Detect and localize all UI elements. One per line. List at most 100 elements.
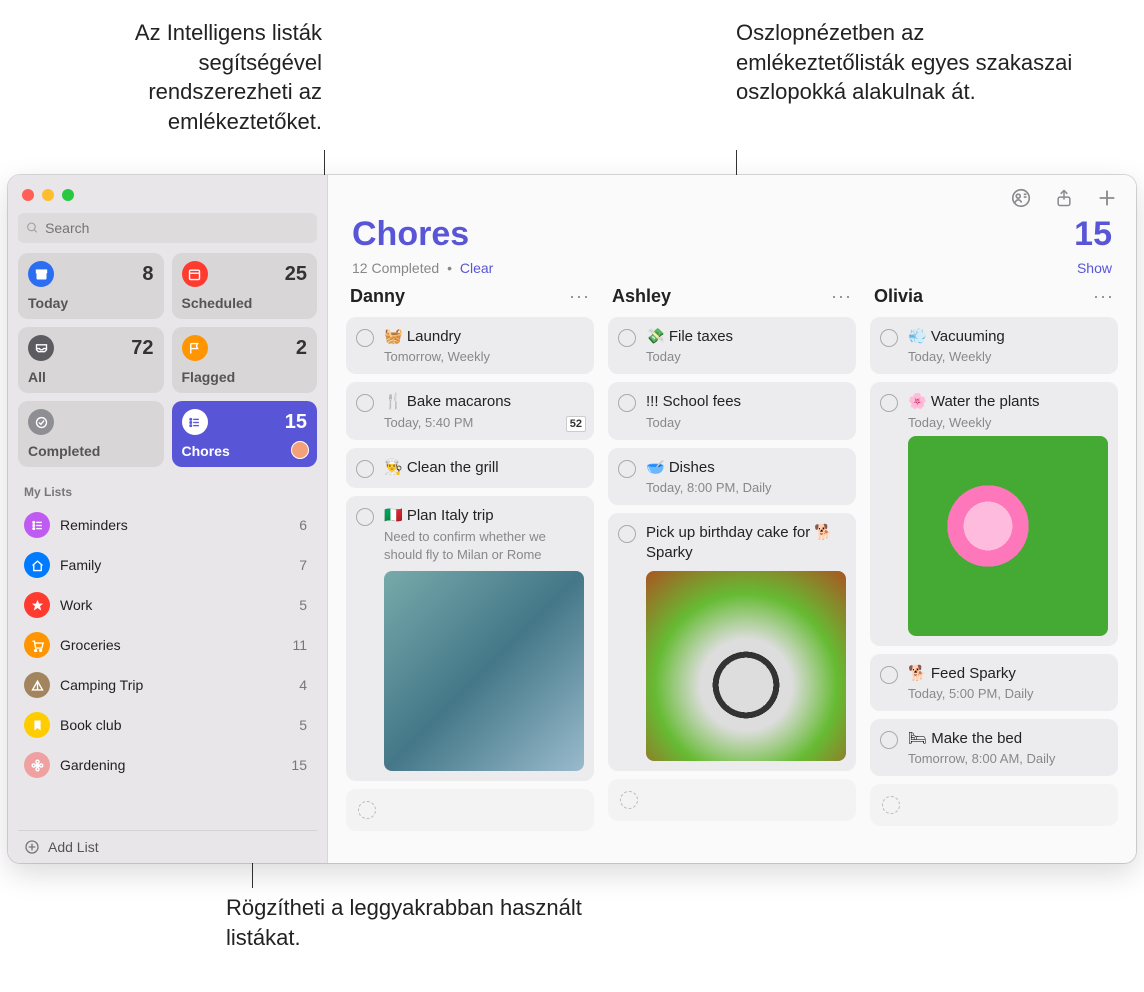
list-name: Book club <box>60 717 121 733</box>
reminder-subtitle: Tomorrow, 8:00 AM, Daily <box>908 751 1108 766</box>
search-field[interactable] <box>18 213 317 243</box>
reminder-card[interactable]: 🌸 Water the plants Today, Weekly <box>870 382 1118 645</box>
reminder-card[interactable]: !!! School feesToday <box>608 382 856 439</box>
list-count: 7 <box>299 557 311 573</box>
smart-tile-label: Scheduled <box>182 295 308 311</box>
reminder-card[interactable]: 🧺 LaundryTomorrow, Weekly <box>346 317 594 374</box>
sidebar-list-work[interactable]: Work 5 <box>18 585 317 625</box>
sidebar-list-camping-trip[interactable]: Camping Trip 4 <box>18 665 317 705</box>
bookmark-icon <box>24 712 50 738</box>
complete-toggle[interactable] <box>618 525 636 543</box>
complete-toggle[interactable] <box>618 460 636 478</box>
list-name: Reminders <box>60 517 128 533</box>
complete-toggle <box>882 796 900 814</box>
reminder-card[interactable]: 🥣 DishesToday, 8:00 PM, Daily <box>608 448 856 505</box>
reminder-card[interactable]: 💨 VacuumingToday, Weekly <box>870 317 1118 374</box>
toolbar <box>328 175 1136 215</box>
list-name: Groceries <box>60 637 121 653</box>
complete-toggle[interactable] <box>880 731 898 749</box>
column-more-button[interactable]: ··· <box>569 286 590 307</box>
sidebar-list-family[interactable]: Family 7 <box>18 545 317 585</box>
list-count: 11 <box>292 637 311 653</box>
reminder-card[interactable]: Pick up birthday cake for 🐕 Sparky <box>608 513 856 772</box>
calendar-today-icon <box>28 261 54 287</box>
column-more-button[interactable]: ··· <box>831 286 852 307</box>
list-title: Chores <box>352 215 469 254</box>
add-reminder-icon[interactable] <box>1096 187 1118 209</box>
reminder-title: 🌸 Water the plants <box>908 392 1108 412</box>
list-icon <box>182 409 208 435</box>
complete-toggle[interactable] <box>880 394 898 412</box>
my-lists-header: My Lists <box>18 481 317 505</box>
main-pane: Chores 15 12 Completed • Clear Show Dann… <box>328 175 1136 863</box>
search-input[interactable] <box>45 220 309 236</box>
reminder-card[interactable]: 🐕 Feed SparkyToday, 5:00 PM, Daily <box>870 654 1118 711</box>
tray-icon <box>28 335 54 361</box>
reminder-title: Pick up birthday cake for 🐕 Sparky <box>646 523 846 564</box>
minimize-button[interactable] <box>42 189 54 201</box>
add-list-button[interactable]: Add List <box>18 830 317 863</box>
smart-tile-label: Completed <box>28 443 154 459</box>
complete-toggle[interactable] <box>356 329 374 347</box>
reminder-subtitle: Today <box>646 349 846 364</box>
reminder-card[interactable]: 🛏 Make the bedTomorrow, 8:00 AM, Daily <box>870 719 1118 776</box>
shared-avatar <box>291 441 309 459</box>
list-name: Family <box>60 557 101 573</box>
new-reminder-placeholder[interactable] <box>870 784 1118 826</box>
complete-toggle[interactable] <box>356 508 374 526</box>
complete-toggle[interactable] <box>880 666 898 684</box>
column-title: Danny <box>350 286 405 307</box>
column-danny: Danny ··· 🧺 LaundryTomorrow, Weekly 🍴 Ba… <box>346 286 594 851</box>
complete-toggle <box>620 791 638 809</box>
sidebar-list-gardening[interactable]: Gardening 15 <box>18 745 317 785</box>
reminder-subtitle: Today, 5:00 PM, Daily <box>908 686 1108 701</box>
smart-tile-label: Chores <box>182 443 308 459</box>
smart-tile-all[interactable]: 72 All <box>18 327 164 393</box>
reminder-subtitle: Today, Weekly <box>908 415 1108 430</box>
maximize-button[interactable] <box>62 189 74 201</box>
show-completed-button[interactable]: Show <box>1077 260 1112 276</box>
column-more-button[interactable]: ··· <box>1093 286 1114 307</box>
reminder-image <box>908 436 1108 636</box>
reminder-card[interactable]: 🍴 Bake macaronsToday, 5:40 PM52 <box>346 382 594 439</box>
complete-toggle[interactable] <box>880 329 898 347</box>
list-count: 4 <box>299 677 311 693</box>
reminder-card[interactable]: 🇮🇹 Plan Italy tripNeed to confirm whethe… <box>346 496 594 781</box>
new-reminder-placeholder[interactable] <box>346 789 594 831</box>
list-count: 6 <box>299 517 311 533</box>
new-reminder-placeholder[interactable] <box>608 779 856 821</box>
cart-icon <box>24 632 50 658</box>
smart-tile-chores[interactable]: 15 Chores <box>172 401 318 467</box>
complete-toggle[interactable] <box>356 394 374 412</box>
sidebar-list-book-club[interactable]: Book club 5 <box>18 705 317 745</box>
clear-completed-button[interactable]: Clear <box>460 260 493 276</box>
reminder-title: !!! School fees <box>646 392 846 412</box>
sidebar-list-reminders[interactable]: Reminders 6 <box>18 505 317 545</box>
list-name: Work <box>60 597 92 613</box>
column-ashley: Ashley ··· 💸 File taxesToday !!! School … <box>608 286 856 851</box>
complete-toggle[interactable] <box>618 394 636 412</box>
reminder-card[interactable]: 👨‍🍳 Clean the grill <box>346 448 594 488</box>
smart-tile-flagged[interactable]: 2 Flagged <box>172 327 318 393</box>
reminder-subtitle: Today, 5:40 PM <box>384 415 584 430</box>
column-title: Ashley <box>612 286 671 307</box>
collaborate-icon[interactable] <box>1010 187 1032 209</box>
close-button[interactable] <box>22 189 34 201</box>
callout-smart-lists: Az Intelligens listák segítségével rends… <box>82 18 322 137</box>
reminder-subtitle: Today, 8:00 PM, Daily <box>646 480 846 495</box>
share-icon[interactable] <box>1054 187 1074 209</box>
list-count: 5 <box>299 597 311 613</box>
smart-tile-scheduled[interactable]: 25 Scheduled <box>172 253 318 319</box>
complete-toggle[interactable] <box>618 329 636 347</box>
reminder-title: 🍴 Bake macarons <box>384 392 584 412</box>
flower-icon <box>24 752 50 778</box>
sidebar-list-groceries[interactable]: Groceries 11 <box>18 625 317 665</box>
completed-count: 12 Completed <box>352 260 439 276</box>
columns-container: Danny ··· 🧺 LaundryTomorrow, Weekly 🍴 Ba… <box>328 286 1136 863</box>
smart-tile-count: 8 <box>142 263 153 286</box>
reminder-subtitle: Today, Weekly <box>908 349 1108 364</box>
reminder-card[interactable]: 💸 File taxesToday <box>608 317 856 374</box>
complete-toggle[interactable] <box>356 460 374 478</box>
smart-tile-today[interactable]: 8 Today <box>18 253 164 319</box>
smart-tile-completed[interactable]: Completed <box>18 401 164 467</box>
